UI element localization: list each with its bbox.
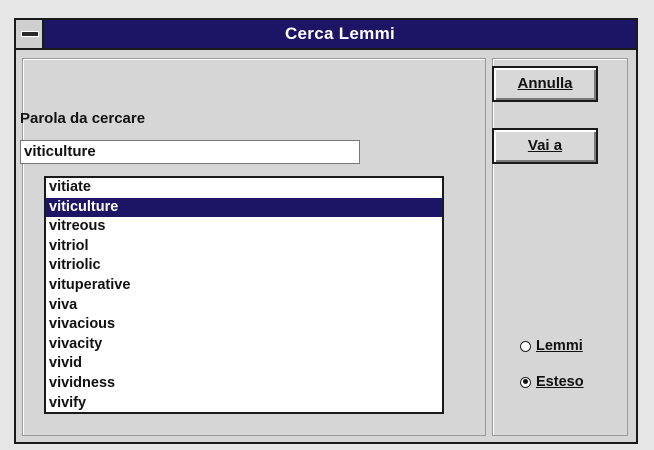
- list-item[interactable]: viva: [46, 296, 442, 316]
- radio-lemmi-circle-icon: [520, 340, 531, 352]
- lemma-list: vitiate viticulture vitreous vitriol vitriol…: [46, 178, 442, 412]
- system-menu-icon: [21, 31, 39, 37]
- lemma-listbox[interactable]: vitiate viticulture vitreous vitriol vitriol…: [44, 176, 444, 414]
- list-item[interactable]: viticulture: [46, 197, 442, 218]
- radio-lemmi-label: Lemmi: [536, 338, 583, 354]
- list-item[interactable]: vitiate: [46, 178, 442, 198]
- list-item[interactable]: vivid: [46, 354, 442, 374]
- radio-esteso-circle-icon: [520, 376, 531, 388]
- list-item[interactable]: vitriolic: [46, 256, 442, 276]
- window-title: Cerca Lemmi: [284, 24, 396, 43]
- search-input[interactable]: viticulture: [20, 140, 360, 164]
- cancel-button[interactable]: Annulla: [492, 66, 598, 102]
- list-item[interactable]: vivify: [46, 394, 442, 412]
- title-bar[interactable]: Cerca Lemmi: [16, 20, 636, 50]
- list-item[interactable]: vivacious: [46, 315, 442, 335]
- system-menu-button[interactable]: [16, 20, 44, 48]
- list-item[interactable]: vitriol: [46, 237, 442, 257]
- radio-lemmi[interactable]: Lemmi: [520, 338, 583, 354]
- list-item[interactable]: vividness: [46, 374, 442, 394]
- list-item[interactable]: vituperative: [46, 276, 442, 296]
- goto-button[interactable]: Vai a: [492, 128, 598, 164]
- list-item[interactable]: vitreous: [46, 217, 442, 237]
- radio-esteso-label: Esteso: [536, 374, 584, 390]
- list-item[interactable]: vivacity: [46, 335, 442, 355]
- search-label: Parola da cercare: [20, 110, 146, 127]
- radio-esteso[interactable]: Esteso: [520, 374, 584, 390]
